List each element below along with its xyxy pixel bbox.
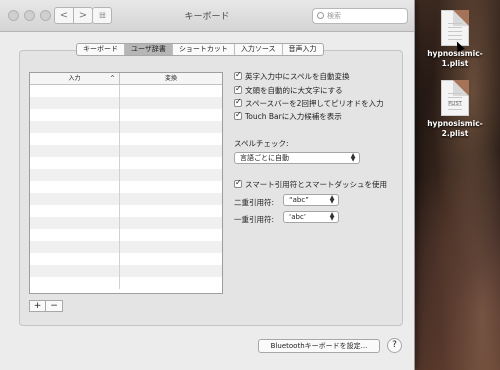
help-button[interactable]: ? xyxy=(387,338,402,353)
checkbox-label: 文頭を自動的に大文字にする xyxy=(245,86,343,95)
desktop-file-label: hypnosismic-2.plist xyxy=(427,119,483,138)
tab-shortcuts[interactable]: ショートカット xyxy=(173,44,235,55)
document-icon: PLIST xyxy=(441,80,469,116)
single-quote-value: ‘abc’ xyxy=(289,213,307,221)
search-icon xyxy=(317,12,324,19)
checkbox-auto-spell[interactable]: 英字入力中にスペルを自動変換 xyxy=(234,70,350,82)
table-row[interactable] xyxy=(30,193,222,205)
checkbox-label: Touch Barに入力候補を表示 xyxy=(245,112,342,121)
table-row[interactable] xyxy=(30,157,222,169)
text-replacement-table[interactable]: 入力 ^ 変換 xyxy=(29,72,223,294)
table-row[interactable] xyxy=(30,241,222,253)
tab-input-sources[interactable]: 入力ソース xyxy=(235,44,283,55)
checkbox-double-space-period[interactable]: スペースバーを2回押してピリオドを入力 xyxy=(234,97,384,109)
desktop-file-2[interactable]: PLIST hypnosismic-2.plist xyxy=(415,80,495,139)
tab-user-dictionary[interactable]: ユーザ辞書 xyxy=(125,44,173,55)
table-row[interactable] xyxy=(30,133,222,145)
search-placeholder: 検索 xyxy=(327,12,341,20)
checkbox-checked-icon xyxy=(234,178,242,188)
updown-chevron-icon: ▲ ▼ xyxy=(329,194,335,205)
table-row[interactable] xyxy=(30,253,222,265)
table-row[interactable] xyxy=(30,217,222,229)
table-row[interactable] xyxy=(30,97,222,109)
column-header-convert[interactable]: 変換 xyxy=(120,73,222,84)
desktop-file-1[interactable]: hypnosismic-1.plist xyxy=(415,10,495,69)
checkbox-smart-quotes[interactable]: スマート引用符とスマートダッシュを使用 xyxy=(234,178,388,190)
checkbox-label: スペースバーを2回押してピリオドを入力 xyxy=(245,99,384,108)
tab-bar: キーボード ユーザ辞書 ショートカット 入力ソース 音声入力 xyxy=(76,43,324,56)
keyboard-preferences-window: < > ⁞⁞⁞⁞ キーボード 検索 キーボード ユーザ辞書 ショートカット 入力… xyxy=(0,0,415,370)
table-row[interactable] xyxy=(30,205,222,217)
checkbox-touchbar-suggestions[interactable]: Touch Barに入力候補を表示 xyxy=(234,110,342,122)
updown-chevron-icon: ▲ ▼ xyxy=(350,152,356,163)
table-body xyxy=(30,85,222,289)
table-row[interactable] xyxy=(30,265,222,277)
spellcheck-value: 言語ごとに自動 xyxy=(240,154,289,162)
single-quote-label: 一重引用符: xyxy=(234,215,275,224)
single-quote-popup[interactable]: ‘abc’ ▲ ▼ xyxy=(283,211,339,223)
checkbox-label: スマート引用符とスマートダッシュを使用 xyxy=(245,180,388,189)
spellcheck-popup[interactable]: 言語ごとに自動 ▲ ▼ xyxy=(234,152,360,164)
column-header-input[interactable]: 入力 ^ xyxy=(30,73,120,84)
desktop-file-label: hypnosismic-1.plist xyxy=(427,49,483,68)
table-row[interactable] xyxy=(30,121,222,133)
document-icon xyxy=(441,10,469,46)
double-quote-popup[interactable]: “abc” ▲ ▼ xyxy=(283,194,339,206)
checkbox-checked-icon xyxy=(234,97,242,107)
checkbox-label: 英字入力中にスペルを自動変換 xyxy=(245,72,350,81)
table-row[interactable] xyxy=(30,85,222,97)
remove-entry-button[interactable]: − xyxy=(46,300,63,312)
checkbox-checked-icon xyxy=(234,70,242,80)
add-remove-controls: + − xyxy=(29,300,63,312)
checkbox-checked-icon xyxy=(234,110,242,120)
table-row[interactable] xyxy=(30,181,222,193)
table-row[interactable] xyxy=(30,109,222,121)
table-header: 入力 ^ 変換 xyxy=(30,73,222,85)
table-row[interactable] xyxy=(30,277,222,289)
tab-keyboard[interactable]: キーボード xyxy=(77,44,125,55)
double-quote-value: “abc” xyxy=(289,196,309,204)
title-bar: < > ⁞⁞⁞⁞ キーボード 検索 xyxy=(0,0,414,32)
double-quote-label: 二重引用符: xyxy=(234,198,275,207)
tab-dictation[interactable]: 音声入力 xyxy=(283,44,323,55)
spellcheck-label: スペルチェック: xyxy=(234,139,289,148)
add-entry-button[interactable]: + xyxy=(29,300,46,312)
setup-bluetooth-keyboard-button[interactable]: Bluetoothキーボードを設定... xyxy=(258,339,380,353)
search-input[interactable]: 検索 xyxy=(312,8,408,24)
table-row[interactable] xyxy=(30,229,222,241)
checkbox-auto-capitalize[interactable]: 文頭を自動的に大文字にする xyxy=(234,84,343,96)
table-row[interactable] xyxy=(30,145,222,157)
sort-indicator-icon: ^ xyxy=(109,75,115,82)
table-row[interactable] xyxy=(30,169,222,181)
checkbox-checked-icon xyxy=(234,84,242,94)
updown-chevron-icon: ▲ ▼ xyxy=(329,211,335,222)
